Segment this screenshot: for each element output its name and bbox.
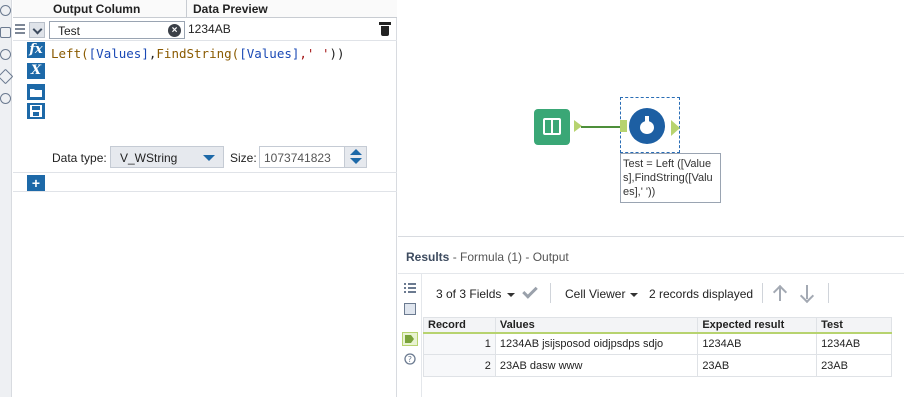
- arrow-up-icon[interactable]: [772, 284, 788, 302]
- data-preview-header: Data Preview: [193, 2, 268, 16]
- results-toolbar: 3 of 3 Fields Cell Viewer 2 records disp…: [422, 274, 904, 312]
- fields-caret-icon[interactable]: [507, 293, 515, 297]
- formula-output-anchor[interactable]: [671, 120, 680, 136]
- results-subtitle: - Formula (1) - Output: [449, 250, 569, 264]
- cell-viewer-dropdown[interactable]: Cell Viewer: [565, 287, 625, 301]
- delete-icon[interactable]: [379, 22, 391, 36]
- results-window: Results - Formula (1) - Output ? 3 of 3 …: [398, 236, 904, 397]
- table-row[interactable]: 1 1234AB jsijsposod oidjpsdps sdjo 1234A…: [423, 332, 892, 355]
- records-displayed: 2 records displayed: [649, 287, 754, 301]
- input-anchor[interactable]: [620, 120, 627, 132]
- results-title: Results - Formula (1) - Output: [406, 250, 569, 264]
- formula-tool[interactable]: [629, 108, 665, 144]
- column-header-values[interactable]: Values: [494, 317, 699, 334]
- tool-annotation: Test = Left ([Values],FindString([Values…: [620, 153, 721, 203]
- gear-icon[interactable]: [0, 5, 11, 16]
- spinner-down-icon[interactable]: [350, 158, 362, 164]
- list-icon[interactable]: [0, 27, 11, 38]
- left-icon-strip: [0, 0, 14, 397]
- help-icon[interactable]: [0, 93, 11, 104]
- data-type-select[interactable]: V_WString: [110, 146, 224, 168]
- toolbar-separator-3: [828, 283, 829, 303]
- column-header-record[interactable]: Record: [423, 317, 496, 334]
- data-type-label: Data type:: [52, 151, 107, 165]
- save-icon[interactable]: [27, 103, 45, 119]
- formula-expression-editor[interactable]: Left([Values],FindString([Values],' ')): [51, 46, 345, 61]
- output-column-value: Test: [58, 24, 81, 38]
- values-cell[interactable]: 1234AB jsijsposod oidjpsdps sdjo: [494, 332, 699, 355]
- size-label: Size:: [230, 151, 257, 165]
- table-row[interactable]: 2 23AB dasw www 23AB 23AB: [423, 354, 892, 377]
- test-cell[interactable]: 1234AB: [816, 332, 892, 355]
- formula-configuration-panel: Output Column Data Preview Test × 1234AB…: [13, 0, 397, 397]
- results-title-label: Results: [406, 250, 450, 264]
- book-icon: [543, 118, 561, 135]
- record-cell[interactable]: 1: [423, 332, 496, 355]
- input-data-tool[interactable]: [534, 109, 570, 145]
- help-circle-icon[interactable]: ?: [404, 353, 416, 365]
- dropdown-caret-icon: [203, 155, 215, 161]
- functions-button[interactable]: fx: [27, 42, 45, 58]
- cell-viewer-caret-icon[interactable]: [630, 293, 638, 297]
- size-value: 1073741823: [264, 151, 331, 165]
- workflow-canvas[interactable]: Test = Left ([Values],FindString([Values…: [398, 0, 904, 236]
- data-type-value: V_WString: [120, 151, 178, 165]
- values-cell[interactable]: 23AB dasw www: [494, 354, 699, 377]
- data-preview-value: 1234AB: [188, 22, 231, 36]
- results-side-toolbar: ?: [398, 274, 422, 397]
- results-grid: Record Values Expected result Test 1 123…: [423, 317, 892, 377]
- size-spinner[interactable]: [344, 147, 366, 167]
- fields-dropdown[interactable]: 3 of 3 Fields: [436, 287, 501, 301]
- output-column-header: Output Column: [53, 2, 141, 16]
- data-type-row: Data type: V_WString Size: 1073741823: [13, 145, 397, 171]
- column-header-test[interactable]: Test: [816, 317, 892, 334]
- expr-field-values-2: [Values]: [239, 46, 300, 61]
- expected-cell[interactable]: 1234AB: [697, 332, 818, 355]
- record-cell[interactable]: 2: [423, 354, 496, 377]
- svg-text:?: ?: [408, 355, 412, 364]
- header-divider: [186, 0, 187, 18]
- settings-icon[interactable]: [0, 49, 11, 60]
- data-view-icon[interactable]: [402, 332, 418, 346]
- apply-check-icon[interactable]: [522, 283, 538, 299]
- spinner-up-icon[interactable]: [350, 149, 362, 155]
- output-column-select[interactable]: Test ×: [49, 21, 185, 39]
- expr-left-fn: Left(: [51, 46, 89, 61]
- column-header-expected-result[interactable]: Expected result: [697, 317, 818, 334]
- expr-findstring-fn: FindString(: [156, 46, 240, 61]
- expr-field-values: [Values]: [88, 46, 149, 61]
- formula-row: Test × 1234AB: [13, 19, 397, 41]
- toolbar-separator-2: [762, 283, 763, 303]
- drag-handle-icon[interactable]: [15, 24, 25, 34]
- arrow-down-icon[interactable]: [799, 284, 815, 302]
- expand-chevron-icon[interactable]: [29, 22, 45, 38]
- table-view-icon[interactable]: [404, 303, 416, 315]
- list-view-icon[interactable]: [404, 282, 416, 294]
- test-cell[interactable]: 23AB: [816, 354, 892, 377]
- add-formula-row: +: [13, 172, 397, 192]
- expr-close: )): [329, 46, 345, 61]
- flask-icon: [640, 116, 654, 134]
- expected-cell[interactable]: 23AB: [697, 354, 818, 377]
- expr-string-arg: ,' ': [299, 46, 330, 61]
- toolbar-separator: [550, 283, 551, 303]
- connection-line: [581, 126, 621, 128]
- size-input[interactable]: 1073741823: [259, 146, 367, 168]
- tag-icon[interactable]: [0, 68, 14, 85]
- variables-button[interactable]: X: [27, 63, 45, 79]
- clear-icon[interactable]: ×: [168, 24, 181, 37]
- open-folder-icon[interactable]: [27, 84, 45, 100]
- config-header: Output Column Data Preview: [13, 0, 397, 18]
- add-formula-button[interactable]: +: [27, 175, 45, 191]
